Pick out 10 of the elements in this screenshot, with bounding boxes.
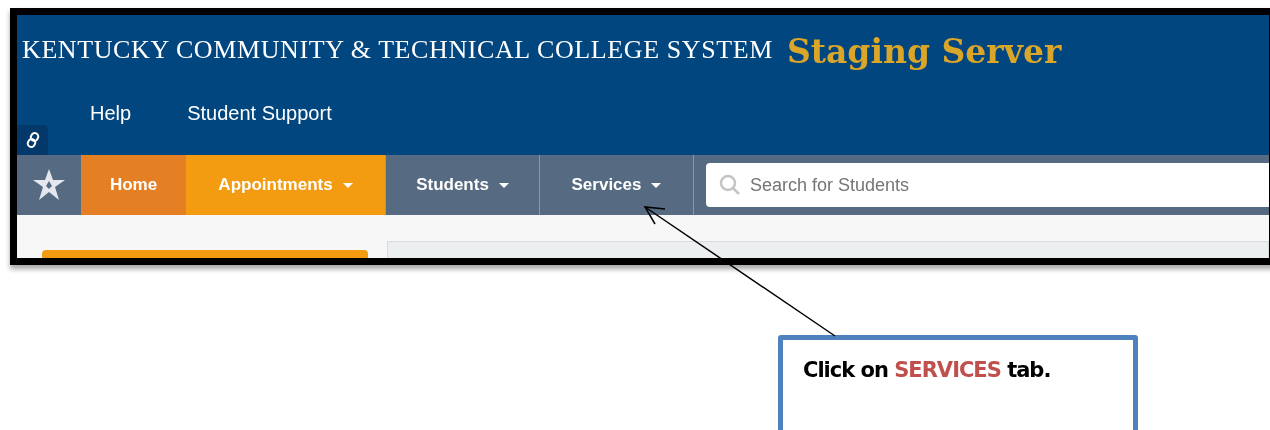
callout-text: Click on SERVICES tab. xyxy=(803,358,1051,382)
nav-tab[interactable]: Home xyxy=(81,155,185,215)
search-icon xyxy=(719,174,741,196)
server-label: Staging Server xyxy=(786,32,1062,71)
header-link[interactable]: Student Support xyxy=(187,101,332,125)
header-link[interactable]: Help xyxy=(90,101,132,125)
search-field[interactable]: Search for Students xyxy=(706,163,1269,207)
star-logo-icon[interactable] xyxy=(31,167,67,203)
link-icon[interactable] xyxy=(17,125,48,155)
site-title: KENTUCKY COMMUNITY & TECHNICAL COLLEGE SYSTEM xyxy=(22,35,773,65)
